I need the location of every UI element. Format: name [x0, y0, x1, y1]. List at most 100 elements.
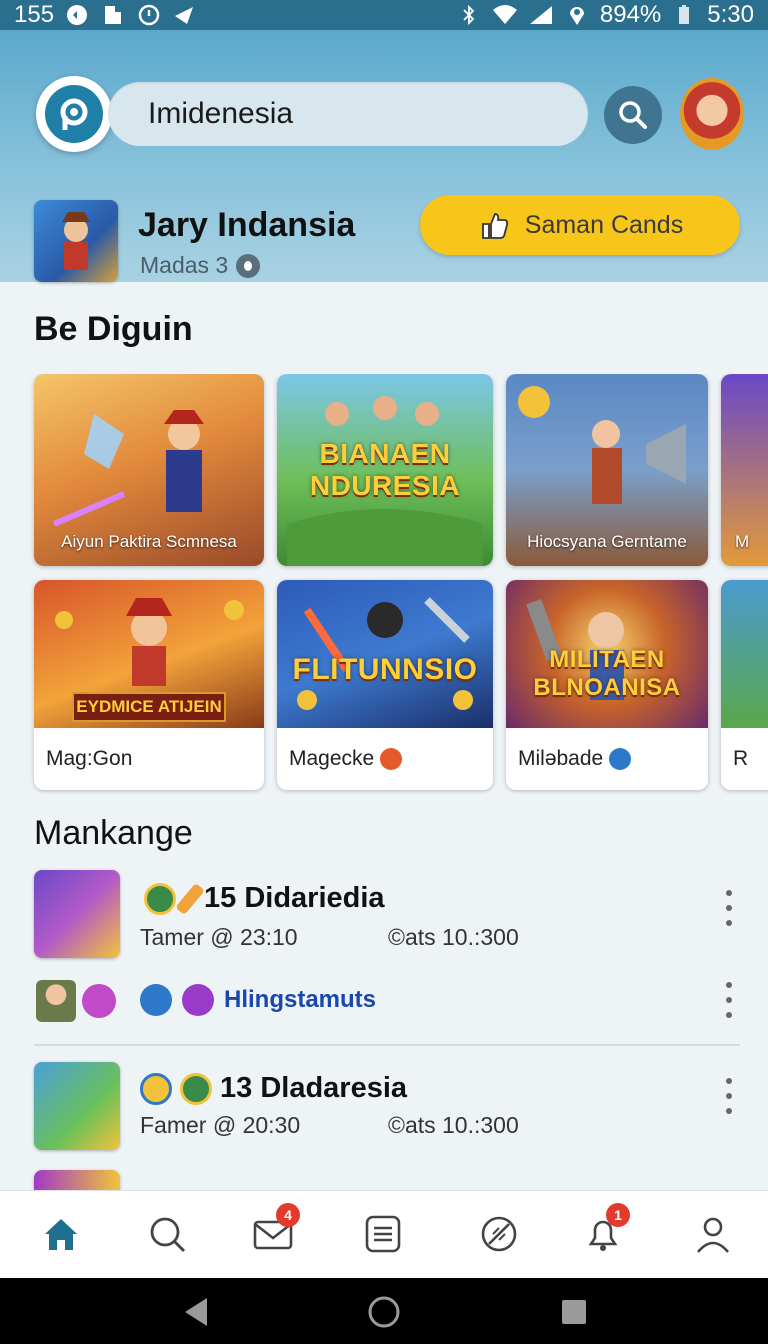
- game-card[interactable]: Aiyun Paktira Scmnesa: [34, 374, 264, 566]
- card-footer-label: Magecke: [289, 747, 375, 770]
- card-footer-label: Mag:Gon: [46, 747, 133, 770]
- card-footer-label: R: [733, 747, 749, 770]
- ranking-title: Mankange: [34, 814, 193, 852]
- nav-messages[interactable]: 4: [248, 1203, 300, 1259]
- logo-mark-icon: [45, 85, 103, 143]
- profile-subtitle-text: Madas 3: [140, 252, 229, 278]
- ranking-item-title: 15 Didariedia: [204, 882, 385, 914]
- featured-title: Be Diguin: [34, 310, 193, 348]
- table-row[interactable]: 15 Didariedia: [144, 882, 385, 915]
- send-icon: [172, 4, 198, 26]
- app-logo[interactable]: [36, 76, 112, 152]
- recents-button[interactable]: [556, 1294, 592, 1330]
- card-caption: Hiocsyana Gerntame: [527, 532, 687, 551]
- card-big-title: FLITUNNSIO: [292, 653, 478, 686]
- card-caption: M: [735, 532, 750, 551]
- header: Imidenesia Jary Indansia Madas 3 Saman C…: [0, 30, 768, 312]
- face-badge-icon: [140, 1072, 172, 1105]
- character-icon: [36, 980, 76, 1022]
- more-options-icon[interactable]: [724, 982, 734, 1018]
- nav-list[interactable]: [358, 1209, 408, 1259]
- home-icon: [45, 1219, 77, 1250]
- status-left-text: 155: [14, 1, 55, 28]
- game-card[interactable]: BIANAEN NDURESIA: [277, 374, 493, 566]
- card-big-title: BIANAEN NDURESIA: [309, 438, 461, 501]
- profile-thumbnail[interactable]: [34, 200, 118, 282]
- circle-home-icon: [368, 1296, 400, 1328]
- table-row[interactable]: 13 Dladaresia: [140, 1072, 407, 1105]
- bottom-nav: 4 1: [0, 1190, 768, 1278]
- featured-grid: Aiyun Paktira Scmnesa BIANAEN NDURESIA H…: [0, 374, 768, 794]
- clock-icon: [136, 4, 162, 26]
- more-options-icon[interactable]: [724, 890, 734, 926]
- search-icon: [150, 1217, 186, 1253]
- search-button[interactable]: [604, 86, 662, 144]
- signal-icon: [528, 4, 554, 26]
- card-footer: Mag:Gon: [34, 728, 264, 790]
- game-card[interactable]: EYDMICE ATIJEIN Mag:Gon: [34, 580, 264, 790]
- bluetooth-icon: [456, 4, 482, 26]
- cta-label: Saman Cands: [524, 210, 684, 239]
- home-system-button[interactable]: [366, 1294, 402, 1330]
- search-input[interactable]: Imidenesia: [108, 82, 588, 146]
- nav-search[interactable]: [142, 1209, 192, 1259]
- star-icon: [182, 984, 214, 1016]
- card-art: [721, 580, 768, 728]
- file-icon: [100, 4, 126, 26]
- ranking-item-meta-left: Famer @ 20:30: [140, 1112, 301, 1138]
- nav-notifications[interactable]: 1: [578, 1203, 630, 1259]
- eyes-icon: [609, 748, 632, 770]
- trophy-badge-icon: [144, 882, 176, 915]
- card-caption: Aiyun Paktira Scmnesa: [61, 532, 237, 551]
- square-recents-icon: [562, 1300, 586, 1324]
- system-nav-bar: [0, 1278, 768, 1344]
- status-time: 5:30: [707, 1, 754, 28]
- ranking-thumbnail[interactable]: [34, 1062, 120, 1150]
- ranking-item-meta-left: Tamer @ 23:10: [140, 924, 298, 950]
- nav-profile[interactable]: [688, 1209, 738, 1259]
- nav-home[interactable]: [36, 1209, 86, 1259]
- bell-badge: 1: [606, 1203, 630, 1227]
- header-notch: [72, 292, 116, 312]
- game-card[interactable]: M: [721, 374, 768, 566]
- game-card[interactable]: MILITAEN BLNOANISA Miləbade: [506, 580, 708, 790]
- back-icon: [185, 1298, 207, 1326]
- profile-subtitle: Madas 3: [140, 252, 261, 279]
- mail-badge: 4: [276, 1203, 300, 1227]
- list-icon: [365, 1215, 401, 1253]
- cta-button[interactable]: Saman Cands: [420, 195, 740, 255]
- more-options-icon[interactable]: [724, 1078, 734, 1114]
- ranking-item-meta-right: ©ats 10.:300: [388, 1112, 519, 1138]
- card-footer-label: Miləbade: [518, 747, 604, 770]
- back-button[interactable]: [178, 1294, 214, 1330]
- search-icon: [619, 101, 647, 129]
- ranking-thumbnail[interactable]: [34, 870, 120, 958]
- horn-icon: [175, 882, 205, 915]
- location-icon: [564, 4, 590, 26]
- card-big-title: MILITAEN BLNOANISA: [533, 646, 681, 701]
- card-footer: Miləbade: [506, 728, 708, 790]
- wifi-icon: [492, 4, 518, 26]
- status-bar: 155 894% 5:30: [0, 0, 768, 30]
- profile-name: Jary Indansia: [138, 206, 356, 244]
- person-icon: [697, 1217, 729, 1253]
- phone-icon: [140, 984, 172, 1016]
- battery-percent: 894%: [599, 1, 662, 28]
- flame-icon: [380, 748, 403, 770]
- ranking-thumbnail[interactable]: [34, 1170, 120, 1190]
- avatar[interactable]: [680, 78, 744, 150]
- swirl-icon: [82, 984, 116, 1018]
- trophy-badge-icon: [180, 1072, 212, 1105]
- card-footer: R: [721, 728, 768, 790]
- coin-icon: [236, 253, 261, 278]
- sub-row-link[interactable]: Hlingstamuts: [224, 986, 376, 1014]
- game-card[interactable]: Hiocsyana Gerntame: [506, 374, 708, 566]
- notification-icon: [64, 4, 90, 26]
- ranking-item-title: 13 Dladaresia: [220, 1072, 408, 1104]
- nav-explore[interactable]: [474, 1209, 524, 1259]
- card-banner: EYDMICE ATIJEIN: [72, 692, 226, 722]
- game-card[interactable]: FLITUNNSIO Magecke: [277, 580, 493, 790]
- divider: [34, 1044, 740, 1046]
- thumbs-up-icon: [481, 213, 508, 239]
- game-card[interactable]: R: [721, 580, 768, 790]
